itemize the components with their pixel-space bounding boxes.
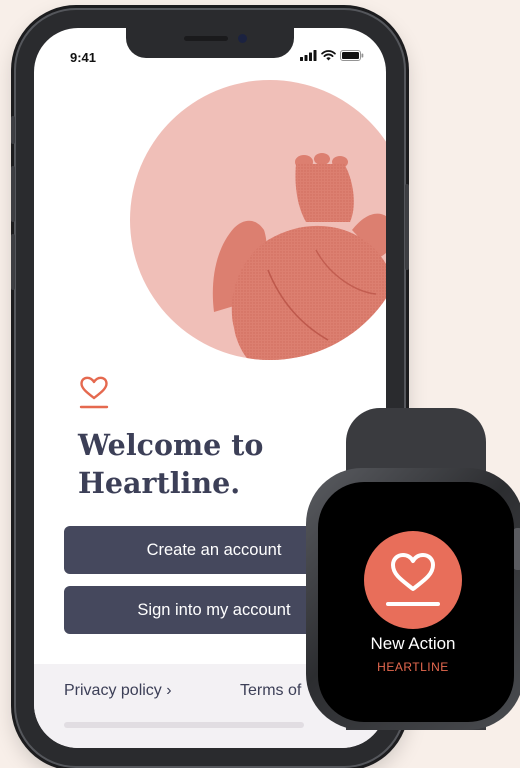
- notch: [126, 28, 294, 58]
- watch-app-name: HEARTLINE: [377, 660, 449, 674]
- anatomical-heart-icon: [212, 153, 386, 360]
- welcome-line-1: Welcome to: [78, 428, 264, 462]
- mute-switch: [11, 116, 15, 144]
- status-time: 9:41: [70, 50, 97, 65]
- front-camera: [238, 34, 247, 43]
- watch-digital-crown[interactable]: [513, 528, 520, 570]
- side-button: [405, 184, 409, 270]
- cellular-signal-icon: [300, 50, 317, 61]
- hero-heart-illustration: [130, 80, 386, 360]
- status-icons: [300, 50, 364, 61]
- heart-outline-icon: [386, 553, 440, 606]
- terms-link[interactable]: Terms of: [240, 682, 301, 700]
- volume-up-button: [11, 166, 15, 222]
- watch-notification-title: New Action: [370, 634, 456, 653]
- watch-heart-button[interactable]: [364, 531, 462, 629]
- heart-outline-icon: [79, 376, 109, 409]
- wifi-icon: [321, 50, 336, 61]
- privacy-policy-link[interactable]: Privacy policy ›: [64, 682, 172, 700]
- footer-faint-text: [64, 722, 304, 728]
- welcome-heading: Welcome to Heartline.: [78, 426, 263, 502]
- volume-down-button: [11, 234, 15, 290]
- speaker-grille: [184, 36, 228, 41]
- welcome-line-2: Heartline.: [78, 466, 241, 500]
- battery-icon: [340, 50, 364, 61]
